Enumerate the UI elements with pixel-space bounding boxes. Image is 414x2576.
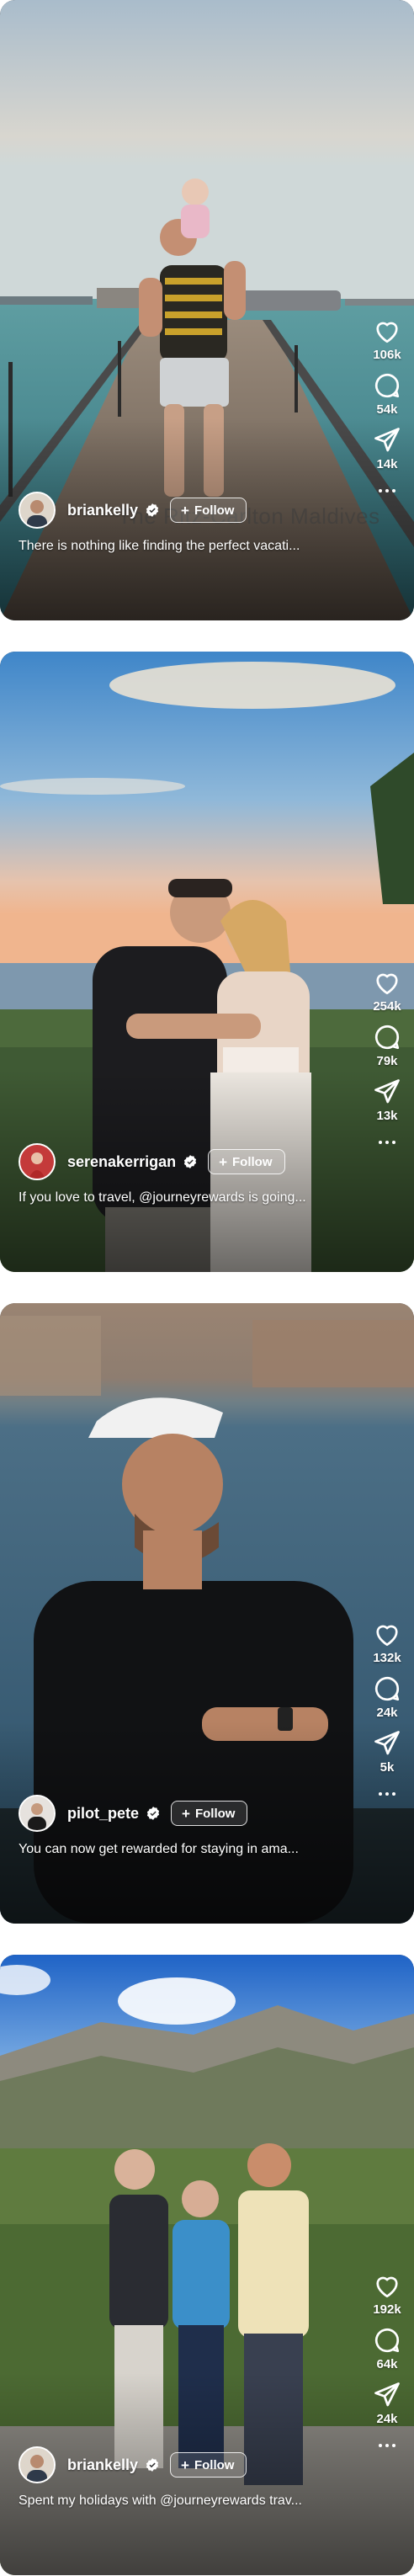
more-horizontal-icon[interactable] <box>370 483 404 498</box>
avatar[interactable] <box>19 1143 56 1180</box>
follow-button[interactable]: + Follow <box>171 1801 248 1826</box>
share-count: 13k <box>376 1109 398 1123</box>
plus-icon: + <box>219 1153 228 1170</box>
verified-badge-icon <box>146 1807 160 1820</box>
share-button[interactable]: 14k <box>372 425 402 471</box>
comment-button[interactable]: 79k <box>372 1022 402 1068</box>
share-count: 24k <box>376 2412 398 2426</box>
plus-icon: + <box>181 2456 189 2473</box>
heart-icon <box>376 322 398 343</box>
follow-label: Follow <box>232 1154 273 1169</box>
action-bar: 106k 54k 14k <box>370 316 404 498</box>
post-card-2[interactable]: 254k 79k 13k serenakerrigan + Follow If … <box>0 652 414 1272</box>
avatar[interactable] <box>19 2446 56 2483</box>
comment-count: 54k <box>376 402 398 417</box>
plus-icon: + <box>182 1805 190 1822</box>
paper-plane-icon <box>374 2382 400 2407</box>
heart-icon <box>376 2276 398 2298</box>
username[interactable]: briankelly <box>67 2456 138 2474</box>
paper-plane-icon <box>374 1079 400 1104</box>
comment-count: 64k <box>376 2357 398 2371</box>
like-count: 106k <box>373 348 401 362</box>
post-caption[interactable]: There is nothing like finding the perfec… <box>19 539 347 554</box>
post-card-3[interactable]: 132k 24k 5k pilot_pete + Follow You can … <box>0 1303 414 1924</box>
action-bar: 192k 64k 24k <box>370 2270 404 2453</box>
avatar[interactable] <box>19 492 56 529</box>
speech-bubble-icon <box>374 1025 400 1050</box>
follow-button[interactable]: + Follow <box>170 498 247 523</box>
like-button[interactable]: 106k <box>372 316 402 362</box>
like-button[interactable]: 192k <box>372 2270 402 2317</box>
comment-button[interactable]: 24k <box>372 1674 402 1720</box>
heart-icon <box>376 1625 398 1647</box>
more-horizontal-icon[interactable] <box>370 1135 404 1150</box>
follow-label: Follow <box>194 503 235 518</box>
author-row: serenakerrigan + Follow <box>19 1143 285 1180</box>
verified-badge-icon <box>183 1155 197 1168</box>
paper-plane-icon <box>374 428 400 452</box>
follow-label: Follow <box>194 2457 235 2472</box>
avatar[interactable] <box>19 1795 56 1832</box>
verified-badge-icon <box>146 2458 159 2472</box>
share-count: 14k <box>376 457 398 471</box>
comment-button[interactable]: 54k <box>372 370 402 417</box>
share-count: 5k <box>380 1760 395 1775</box>
username[interactable]: serenakerrigan <box>67 1153 176 1171</box>
comment-button[interactable]: 64k <box>372 2325 402 2371</box>
action-bar: 132k 24k 5k <box>370 1619 404 1802</box>
paper-plane-icon <box>374 1731 400 1755</box>
plus-icon: + <box>181 502 189 519</box>
follow-label: Follow <box>194 1806 236 1821</box>
follow-button[interactable]: + Follow <box>170 2452 247 2478</box>
more-horizontal-icon[interactable] <box>370 1786 404 1802</box>
comment-count: 24k <box>376 1706 398 1720</box>
like-button[interactable]: 132k <box>372 1619 402 1665</box>
author-row: briankelly + Follow <box>19 2446 247 2483</box>
post-caption[interactable]: Spent my holidays with @journeyrewards t… <box>19 2494 347 2509</box>
speech-bubble-icon <box>374 1676 400 1701</box>
share-button[interactable]: 13k <box>372 1077 402 1123</box>
like-button[interactable]: 254k <box>372 967 402 1014</box>
like-count: 192k <box>373 2302 401 2317</box>
like-count: 132k <box>373 1651 401 1665</box>
like-count: 254k <box>373 999 401 1014</box>
post-caption[interactable]: If you love to travel, @journeyrewards i… <box>19 1190 347 1206</box>
action-bar: 254k 79k 13k <box>370 967 404 1150</box>
share-button[interactable]: 24k <box>372 2380 402 2426</box>
post-caption[interactable]: You can now get rewarded for staying in … <box>19 1842 347 1857</box>
share-button[interactable]: 5k <box>372 1728 402 1775</box>
username[interactable]: pilot_pete <box>67 1805 139 1823</box>
speech-bubble-icon <box>374 2328 400 2353</box>
heart-icon <box>376 973 398 995</box>
follow-button[interactable]: + Follow <box>208 1149 285 1174</box>
verified-badge-icon <box>146 503 159 517</box>
username[interactable]: briankelly <box>67 502 138 519</box>
post-card-1[interactable]: The Ritz-Carlton Maldives 106k 54k 14k b… <box>0 0 414 620</box>
author-row: pilot_pete + Follow <box>19 1795 248 1832</box>
speech-bubble-icon <box>374 373 400 398</box>
author-row: briankelly + Follow <box>19 492 247 529</box>
comment-count: 79k <box>376 1054 398 1068</box>
post-card-4[interactable]: 192k 64k 24k briankelly + Follow Spent m… <box>0 1955 414 2575</box>
more-horizontal-icon[interactable] <box>370 2438 404 2453</box>
